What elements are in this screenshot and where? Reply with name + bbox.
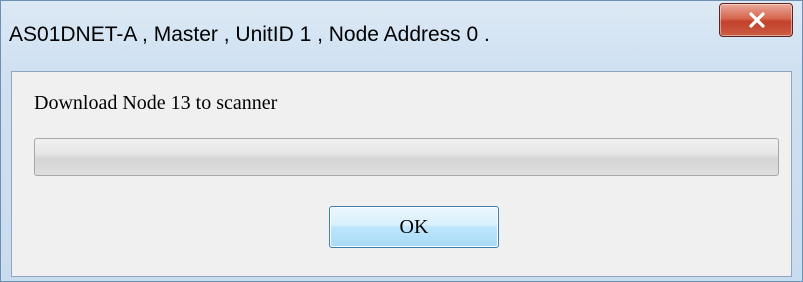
dialog-content: Download Node 13 to scanner OK (11, 71, 792, 277)
status-message: Download Node 13 to scanner (34, 92, 278, 114)
ok-button[interactable]: OK (329, 206, 499, 248)
progress-bar (34, 138, 779, 176)
close-button[interactable] (719, 3, 793, 37)
dialog-window: AS01DNET-A , Master , UnitID 1 , Node Ad… (0, 0, 803, 282)
title-bar[interactable]: AS01DNET-A , Master , UnitID 1 , Node Ad… (1, 1, 802, 71)
close-icon (749, 12, 765, 28)
window-title: AS01DNET-A , Master , UnitID 1 , Node Ad… (9, 23, 490, 46)
